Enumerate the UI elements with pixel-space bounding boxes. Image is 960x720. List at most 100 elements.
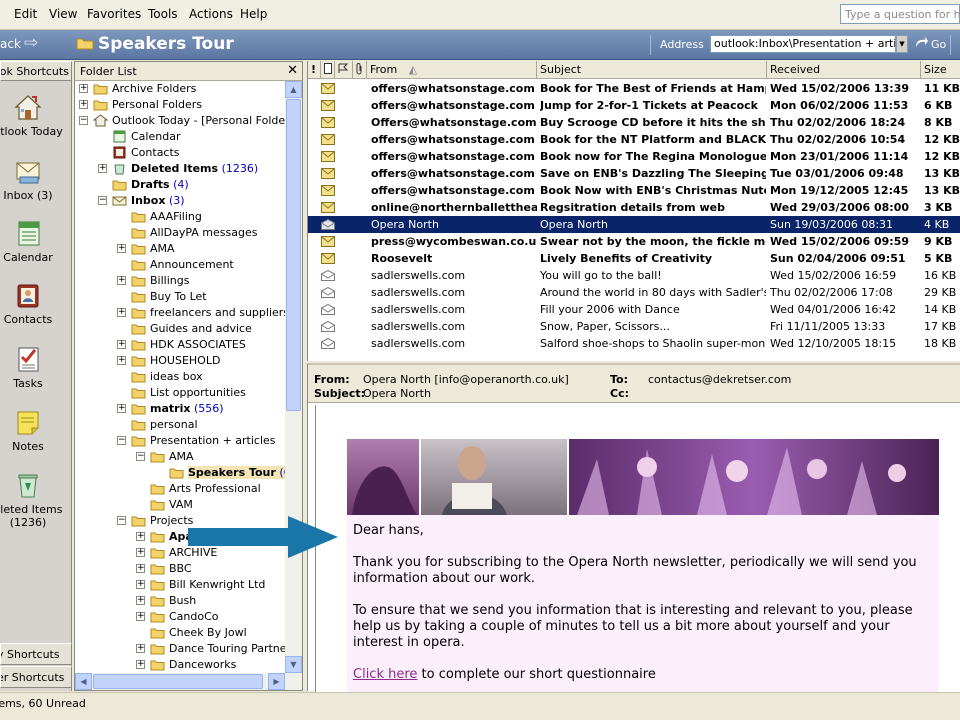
folder-label: Cheek By Jowl xyxy=(169,626,247,639)
expand-icon[interactable]: + xyxy=(136,580,145,589)
shortcut-notes[interactable]: Notes xyxy=(0,406,64,453)
back-button[interactable]: ack xyxy=(0,37,21,51)
collapse-icon[interactable]: − xyxy=(117,516,126,525)
message-row[interactable]: press@wycombeswan.co.uk Swear not by the … xyxy=(308,233,960,250)
go-button[interactable]: Go xyxy=(931,38,946,51)
read-envelope-icon xyxy=(321,287,335,298)
expand-icon[interactable]: + xyxy=(136,596,145,605)
shortcut-contacts[interactable]: Contacts xyxy=(0,279,64,326)
expand-icon[interactable]: + xyxy=(136,612,145,621)
column-attachment[interactable] xyxy=(353,61,367,79)
message-size: 12 KB xyxy=(924,133,960,146)
address-dropdown-icon[interactable]: ▼ xyxy=(896,35,908,53)
scroll-right-icon[interactable]: ▶ xyxy=(268,673,285,690)
other-shortcuts-button[interactable]: er Shortcuts xyxy=(0,666,72,688)
message-row[interactable]: Opera North Opera North Sun 19/03/2006 08:… xyxy=(308,216,960,233)
forward-arrow-icon[interactable]: ⇨ xyxy=(24,33,38,53)
expand-icon[interactable]: + xyxy=(136,532,145,541)
click-here-link[interactable]: Click here xyxy=(353,667,417,682)
expand-icon[interactable]: + xyxy=(98,164,107,173)
to-value[interactable]: contactus@dekretser.com xyxy=(648,373,791,386)
close-icon[interactable]: ✕ xyxy=(287,63,298,78)
column-from[interactable]: From ◭ xyxy=(367,61,537,79)
message-row[interactable]: offers@whatsonstage.com Save on ENB's Daz… xyxy=(308,165,960,182)
message-row[interactable]: online@northernballetthea... Regsitration… xyxy=(308,199,960,216)
column-size[interactable]: Size xyxy=(921,61,960,79)
from-value[interactable]: Opera North [info@operanorth.co.uk] xyxy=(363,373,569,386)
expand-icon[interactable]: + xyxy=(117,404,126,413)
folder-list-header: Folder List ✕ xyxy=(75,62,302,81)
column-icon[interactable] xyxy=(321,61,335,79)
expand-icon[interactable]: + xyxy=(136,564,145,573)
address-input[interactable]: outlook:Inbox\Presentation + articles xyxy=(710,35,896,53)
expand-icon[interactable]: + xyxy=(117,276,126,285)
message-row[interactable]: offers@whatsonstage.com Book for the NT P… xyxy=(308,131,960,148)
menu-view[interactable]: View xyxy=(49,7,77,21)
shortcut-calendar[interactable]: Calendar xyxy=(0,217,64,264)
folder-list-scrollbar[interactable]: ▲ ▼ xyxy=(285,81,302,673)
message-row[interactable]: sadlerswells.com Snow, Paper, Scissors...… xyxy=(308,318,960,335)
message-row[interactable]: offers@whatsonstage.com Book now for The … xyxy=(308,148,960,165)
message-row[interactable]: sadlerswells.com Salford shoe-shops to Sh… xyxy=(308,335,960,352)
my-shortcuts-button[interactable]: y Shortcuts xyxy=(0,643,72,665)
to-label: To: xyxy=(610,373,628,386)
go-arrow-icon[interactable] xyxy=(913,35,929,55)
scroll-left-icon[interactable]: ◀ xyxy=(75,673,92,690)
message-from: Roosevelt xyxy=(371,252,433,265)
folder-label: HDK ASSOCIATES xyxy=(150,338,246,351)
folder-icon xyxy=(150,548,165,559)
message-row[interactable]: sadlerswells.com You will go to the ball!… xyxy=(308,267,960,284)
shortcut-outlook-today[interactable]: utlook Today xyxy=(0,91,64,138)
message-row[interactable]: offers@whatsonstage.com Jump for 2-for-1 … xyxy=(308,97,960,114)
expand-icon[interactable]: + xyxy=(117,340,126,349)
collapse-icon[interactable]: − xyxy=(98,196,107,205)
expand-icon[interactable]: + xyxy=(136,548,145,557)
expand-icon[interactable]: + xyxy=(79,84,88,93)
hscroll-thumb[interactable] xyxy=(93,674,263,689)
expand-icon[interactable]: + xyxy=(117,356,126,365)
menu-help[interactable]: Help xyxy=(240,7,267,21)
help-question-input[interactable]: Type a question for help xyxy=(840,4,960,24)
message-row[interactable]: offers@whatsonstage.com Book for The Best… xyxy=(308,80,960,97)
column-flag[interactable] xyxy=(335,61,353,79)
expand-icon[interactable]: + xyxy=(117,244,126,253)
message-row[interactable]: sadlerswells.com Fill your 2006 with Danc… xyxy=(308,301,960,318)
expand-icon[interactable]: + xyxy=(79,100,88,109)
paragraph-2: To ensure that we send you information t… xyxy=(353,603,913,650)
message-from: online@northernballetthea... xyxy=(371,201,537,214)
address-label: Address xyxy=(660,38,704,51)
menu-favorites[interactable]: Favorites xyxy=(87,7,141,21)
folder-label: HOUSEHOLD xyxy=(150,354,221,367)
shortcut-inbox[interactable]: Inbox (3) xyxy=(0,155,64,202)
message-subject: Fill your 2006 with Dance xyxy=(540,303,680,316)
message-subject: Lively Benefits of Creativity xyxy=(540,252,713,265)
message-received: Mon 23/01/2006 11:14 xyxy=(770,150,909,163)
expand-icon[interactable]: + xyxy=(117,308,126,317)
scroll-thumb[interactable] xyxy=(286,99,301,411)
collapse-icon[interactable]: − xyxy=(136,452,145,461)
message-row[interactable]: sadlerswells.com Around the world in 80 d… xyxy=(308,284,960,301)
folder-list-hscrollbar[interactable]: ◀ ▶ xyxy=(75,673,302,690)
menu-actions[interactable]: Actions xyxy=(189,7,233,21)
message-from: sadlerswells.com xyxy=(371,286,466,299)
folder-label: Inbox (3) xyxy=(131,194,185,207)
collapse-icon[interactable]: − xyxy=(117,436,126,445)
expand-icon[interactable]: + xyxy=(136,660,145,669)
message-size: 29 KB xyxy=(924,286,957,299)
message-row[interactable]: offers@whatsonstage.com Book Now with ENB… xyxy=(308,182,960,199)
column-subject[interactable]: Subject xyxy=(537,61,767,79)
column-received[interactable]: Received xyxy=(767,61,921,79)
message-row[interactable]: Offers@whatsonstage.com Buy Scrooge CD be… xyxy=(308,114,960,131)
scroll-down-icon[interactable]: ▼ xyxy=(285,656,302,673)
collapse-icon[interactable]: − xyxy=(79,116,88,125)
menu-edit[interactable]: Edit xyxy=(14,7,37,21)
outlook-shortcuts-bar: ook Shortcuts utlook Today Inbox (3) Cal… xyxy=(0,61,72,691)
shortcut-tasks[interactable]: Tasks xyxy=(0,343,64,390)
expand-icon[interactable]: + xyxy=(136,644,145,653)
column-importance[interactable]: ! xyxy=(308,61,321,79)
menu-tools[interactable]: Tools xyxy=(148,7,178,21)
shortcuts-header[interactable]: ook Shortcuts xyxy=(0,61,72,81)
scroll-up-icon[interactable]: ▲ xyxy=(285,81,302,98)
shortcut-deleted-items[interactable]: eleted Items (1236) xyxy=(0,469,64,529)
message-row[interactable]: Roosevelt Lively Benefits of Creativity Su… xyxy=(308,250,960,267)
